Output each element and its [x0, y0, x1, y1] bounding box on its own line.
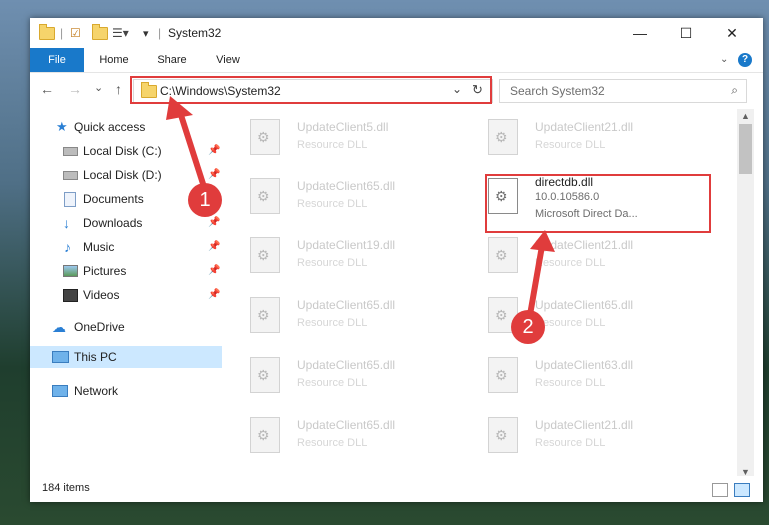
list-item[interactable]: UpdateClient65.dllResource DLL: [222, 174, 422, 218]
music-icon: ♪: [64, 239, 71, 255]
dll-file-icon: [250, 297, 280, 333]
list-item[interactable]: UpdateClient21.dllResource DLL: [460, 233, 660, 277]
network-icon: [52, 385, 68, 397]
sidebar-item-network[interactable]: Network: [30, 380, 222, 402]
list-item[interactable]: UpdateClient65.dllResource DLL: [222, 353, 422, 397]
window-title: System32: [168, 26, 222, 40]
scroll-up-icon[interactable]: ▲: [741, 111, 750, 121]
back-button[interactable]: ←: [40, 81, 54, 97]
forward-button[interactable]: →: [68, 81, 82, 97]
item-count: 184 items: [42, 482, 90, 494]
list-item[interactable]: UpdateClient5.dllResource DLL: [222, 115, 422, 159]
properties-icon[interactable]: ☑: [70, 24, 81, 42]
dll-file-icon: [488, 237, 518, 273]
minimize-button[interactable]: —: [617, 18, 663, 48]
dll-file-icon: [250, 237, 280, 273]
tab-view[interactable]: View: [204, 48, 252, 72]
list-item[interactable]: UpdateClient65.dllResource DLL: [222, 413, 422, 457]
search-icon[interactable]: ⌕: [731, 83, 738, 98]
sidebar-item-quick-access[interactable]: ★ Quick access: [30, 116, 222, 138]
dll-file-icon: [250, 357, 280, 393]
tiles-view-icon[interactable]: [734, 483, 750, 497]
dll-file-icon: [250, 178, 280, 214]
sidebar-item-this-pc[interactable]: This PC: [30, 346, 222, 368]
callout-2: 2: [511, 310, 545, 344]
file-list: UpdateClient5.dllResource DLL UpdateClie…: [222, 113, 737, 473]
sidebar-item-music[interactable]: ♪ Music 📌: [30, 236, 222, 258]
expand-ribbon-icon[interactable]: ⌄: [720, 54, 728, 65]
up-button[interactable]: ↑: [115, 81, 122, 97]
list-item[interactable]: UpdateClient65.dllResource DLL: [460, 293, 660, 337]
sidebar-item-downloads[interactable]: ↓ Downloads 📌: [30, 212, 222, 234]
vertical-scrollbar[interactable]: ▲ ▼: [737, 109, 754, 481]
sidebar-item-videos[interactable]: Videos 📌: [30, 284, 222, 306]
list-item[interactable]: UpdateClient21.dllResource DLL: [460, 413, 660, 457]
details-view-icon[interactable]: [712, 483, 728, 497]
sidebar-item-local-disk-d[interactable]: Local Disk (D:) 📌: [30, 164, 222, 186]
search-box[interactable]: Search System32 ⌕: [499, 79, 747, 103]
folder-icon: [39, 23, 55, 42]
status-bar: 184 items: [30, 476, 763, 502]
tab-share[interactable]: Share: [148, 48, 196, 72]
list-item[interactable]: UpdateClient65.dllResource DLL: [222, 293, 422, 337]
maximize-button[interactable]: ☐: [663, 18, 709, 48]
tab-file[interactable]: File: [30, 48, 84, 72]
download-icon: ↓: [63, 215, 70, 231]
pictures-icon: [63, 265, 78, 277]
title-bar: | ☑ ☰▾ ▾ | System32 — ☐ ✕: [30, 18, 763, 48]
list-item[interactable]: UpdateClient19.dllResource DLL: [222, 233, 422, 277]
list-item[interactable]: UpdateClient63.dllResource DLL: [460, 353, 660, 397]
address-highlight-box: [130, 76, 492, 104]
pin-icon[interactable]: 📌: [208, 284, 220, 306]
dll-file-icon: [488, 357, 518, 393]
help-button[interactable]: ?: [738, 53, 752, 67]
tab-home[interactable]: Home: [90, 48, 138, 72]
new-folder-icon[interactable]: [92, 23, 108, 42]
navigation-pane: ★ Quick access Local Disk (C:) 📌 Local D…: [30, 113, 222, 473]
videos-icon: [63, 289, 78, 302]
sidebar-item-pictures[interactable]: Pictures 📌: [30, 260, 222, 282]
pin-icon[interactable]: 📌: [208, 236, 220, 258]
sidebar-item-onedrive[interactable]: ☁ OneDrive: [30, 316, 222, 338]
sidebar-item-local-disk-c[interactable]: Local Disk (C:) 📌: [30, 140, 222, 162]
explorer-window: | ☑ ☰▾ ▾ | System32 — ☐ ✕ File Home Shar…: [30, 18, 763, 502]
drive-icon: [63, 147, 78, 156]
star-icon: ★: [56, 119, 68, 134]
callout-1: 1: [188, 183, 222, 217]
navigation-bar: ← → ⌄ ↑ C:\Windows\System32 ⌄ ↻ Search S…: [30, 73, 763, 107]
cloud-icon: ☁: [52, 319, 66, 335]
scrollbar-thumb[interactable]: [739, 124, 752, 174]
ribbon-tabs: File Home Share View ⌄ ?: [30, 48, 763, 73]
customize-toolbar-icon[interactable]: ▾: [143, 24, 149, 42]
quick-access-toolbar-icon[interactable]: ☰▾: [112, 24, 129, 42]
pin-icon[interactable]: 📌: [208, 164, 220, 186]
list-item[interactable]: UpdateClient21.dllResource DLL: [460, 115, 660, 159]
dll-file-icon: [488, 417, 518, 453]
close-button[interactable]: ✕: [709, 18, 755, 48]
documents-icon: [64, 192, 76, 207]
file-highlight-box: [485, 174, 711, 233]
dll-file-icon: [250, 417, 280, 453]
pin-icon[interactable]: 📌: [208, 260, 220, 282]
dll-file-icon: [250, 119, 280, 155]
drive-icon: [63, 171, 78, 180]
pin-icon[interactable]: 📌: [208, 140, 220, 162]
search-input[interactable]: Search System32: [510, 84, 605, 98]
recent-locations-button[interactable]: ⌄: [94, 81, 103, 94]
dll-file-icon: [488, 119, 518, 155]
computer-icon: [52, 351, 69, 363]
